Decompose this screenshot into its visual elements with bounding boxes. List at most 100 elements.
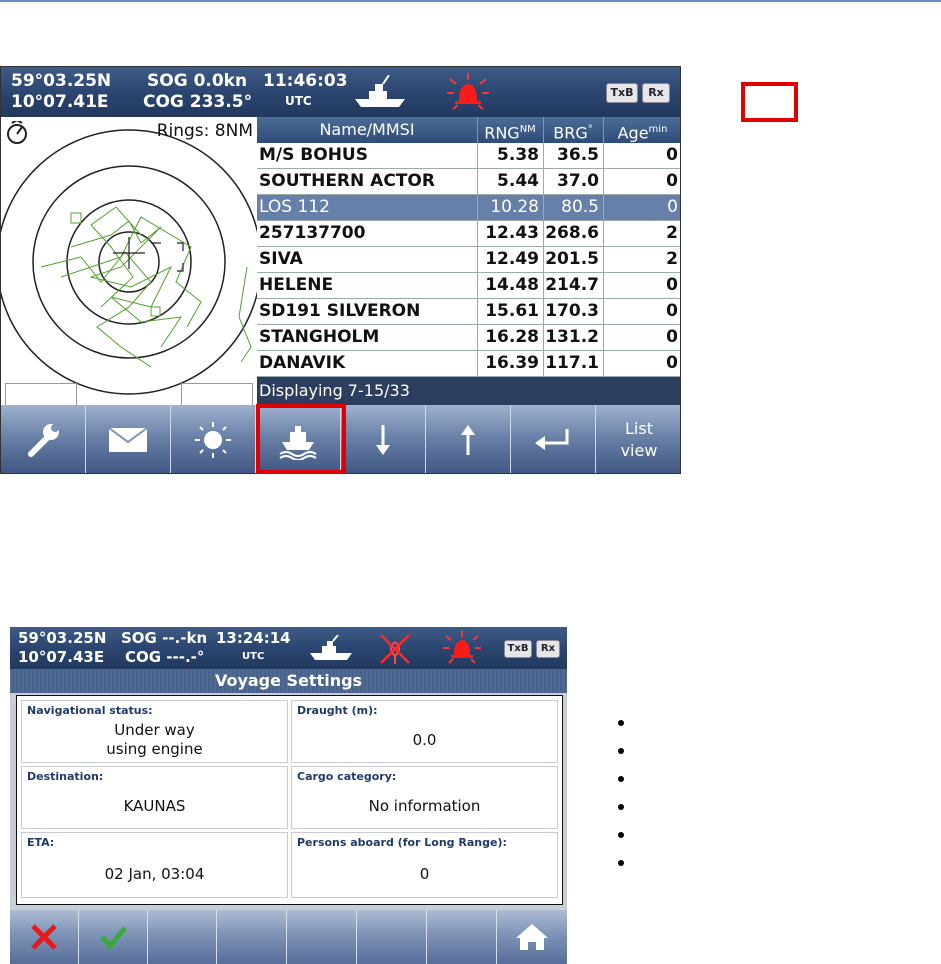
- table-row-selected[interactable]: LOS 112 10.28 80.5 0: [257, 195, 680, 221]
- table-row[interactable]: M/S BOHUS 5.38 36.5 0: [257, 143, 680, 169]
- list-view-label: List view: [620, 419, 658, 460]
- target-bearing: 214.7: [543, 273, 603, 298]
- rx-indicator: Rx: [642, 83, 670, 103]
- empty-softkey[interactable]: [148, 910, 217, 964]
- target-range: 15.61: [477, 299, 543, 324]
- ship-icon: [355, 75, 405, 107]
- table-row[interactable]: SIVA 12.49 201.5 2: [257, 247, 680, 273]
- rx-indicator: Rx: [536, 640, 560, 658]
- enter-button[interactable]: [511, 405, 596, 473]
- enter-arrow-icon: [535, 429, 569, 450]
- settings-button[interactable]: [1, 405, 86, 473]
- clock-timezone: UTC: [285, 94, 312, 108]
- radar-plot[interactable]: Rings: 8NM − +: [1, 117, 257, 447]
- table-row[interactable]: DANAVIK 16.39 117.1 0: [257, 351, 680, 377]
- col-name[interactable]: Name/MMSI: [257, 117, 478, 143]
- red-x-icon: [31, 924, 57, 950]
- eta-field[interactable]: ETA: 02 Jan, 03:04: [21, 832, 288, 898]
- table-row[interactable]: STANGHOLM 16.28 131.2 0: [257, 325, 680, 351]
- voyage-settings-panel: Navigational status: Under way using eng…: [16, 695, 563, 905]
- target-age: 0: [603, 273, 680, 298]
- empty-softkey[interactable]: [427, 910, 497, 964]
- field-value: 0: [419, 865, 430, 883]
- list-view-button[interactable]: List view: [596, 405, 680, 473]
- field-label: ETA:: [27, 836, 55, 849]
- status-header: 59°03.25N 10°07.43E SOG --.-kn COG ---.-…: [10, 627, 567, 670]
- bullet-icon: [618, 720, 624, 726]
- col-age[interactable]: Agemin: [603, 117, 680, 143]
- destination-field[interactable]: Destination: KAUNAS: [21, 766, 288, 829]
- table-row[interactable]: HELENE 14.48 214.7 0: [257, 273, 680, 299]
- confirm-button[interactable]: [79, 910, 148, 964]
- target-name: SIVA: [259, 249, 303, 269]
- field-value: No information: [368, 797, 481, 815]
- target-age: 0: [603, 195, 680, 220]
- table-row[interactable]: SD191 SILVERON 15.61 170.3 0: [257, 299, 680, 325]
- empty-softkey[interactable]: [357, 910, 427, 964]
- target-age: 0: [603, 299, 680, 324]
- txb-indicator: TxB: [606, 83, 638, 103]
- target-range: 5.44: [477, 169, 543, 194]
- alarm-bell-icon[interactable]: [445, 71, 491, 113]
- persons-aboard-field[interactable]: Persons aboard (for Long Range): 0: [291, 832, 558, 898]
- wrench-icon: [28, 424, 59, 457]
- empty-softkey[interactable]: [217, 910, 287, 964]
- target-age: 2: [603, 247, 680, 272]
- gps-lost-icon: [380, 634, 410, 664]
- target-name: M/S BOHUS: [259, 145, 368, 165]
- empty-softkey[interactable]: [287, 910, 357, 964]
- messages-button[interactable]: [86, 405, 171, 473]
- field-value: KAUNAS: [123, 797, 186, 815]
- table-row[interactable]: SOUTHERN ACTOR 5.44 37.0 0: [257, 169, 680, 195]
- field-label: Navigational status:: [27, 704, 153, 717]
- navigational-status-field[interactable]: Navigational status: Under way using eng…: [21, 700, 288, 763]
- field-value: 02 Jan, 03:04: [104, 865, 205, 883]
- sog: SOG 0.0kn: [147, 71, 248, 91]
- rings-range-label: Rings: 8NM: [156, 121, 253, 141]
- cancel-button[interactable]: [10, 910, 79, 964]
- target-range: 12.43: [477, 221, 543, 246]
- table-row[interactable]: 257137700 12.43 268.6 2: [257, 221, 680, 247]
- target-range: 16.28: [477, 325, 543, 350]
- target-age: 0: [603, 143, 680, 168]
- bottom-toolbar: [10, 910, 567, 964]
- col-bearing[interactable]: BRG°: [543, 117, 604, 143]
- target-age: 0: [603, 351, 680, 376]
- alarm-bell-icon[interactable]: [442, 630, 482, 666]
- sog: SOG --.-kn: [121, 629, 208, 647]
- target-bearing: 37.0: [543, 169, 603, 194]
- bullet-icon: [618, 832, 624, 838]
- field-label: Draught (m):: [297, 704, 378, 717]
- scroll-down-button[interactable]: [341, 405, 426, 473]
- arrow-down-icon: [376, 425, 390, 455]
- bullet-icon: [618, 748, 624, 754]
- target-bearing: 170.3: [543, 299, 603, 324]
- clock-time: 13:24:14: [216, 629, 291, 647]
- brightness-button[interactable]: [171, 405, 256, 473]
- field-label: Cargo category:: [297, 770, 397, 783]
- target-age: 0: [603, 169, 680, 194]
- target-age: 2: [603, 221, 680, 246]
- target-range: 5.38: [477, 143, 543, 168]
- cargo-category-field[interactable]: Cargo category: No information: [291, 766, 558, 829]
- target-bearing: 201.5: [543, 247, 603, 272]
- north-up-compass-icon[interactable]: [5, 121, 29, 145]
- home-icon: [516, 924, 548, 950]
- target-range: 16.39: [477, 351, 543, 376]
- status-header: 59°03.25N 10°07.41E SOG 0.0kn COG 233.5°…: [1, 67, 680, 118]
- target-name: 257137700: [259, 223, 366, 243]
- page-title: Voyage Settings: [10, 669, 567, 693]
- home-button[interactable]: [497, 910, 567, 964]
- target-name: SOUTHERN ACTOR: [259, 171, 435, 191]
- voyage-settings-screen: 59°03.25N 10°07.43E SOG --.-kn COG ---.-…: [10, 627, 567, 964]
- scroll-up-button[interactable]: [426, 405, 511, 473]
- draught-field[interactable]: Draught (m): 0.0: [291, 700, 558, 763]
- bullet-icon: [618, 804, 624, 810]
- field-value: 0.0: [412, 731, 437, 749]
- field-label: Destination:: [27, 770, 104, 783]
- legend-highlight-box: [741, 82, 798, 122]
- target-age: 0: [603, 325, 680, 350]
- col-range[interactable]: RNGNM▲: [477, 117, 544, 151]
- sun-icon: [195, 422, 231, 458]
- target-name: STANGHOLM: [259, 327, 380, 347]
